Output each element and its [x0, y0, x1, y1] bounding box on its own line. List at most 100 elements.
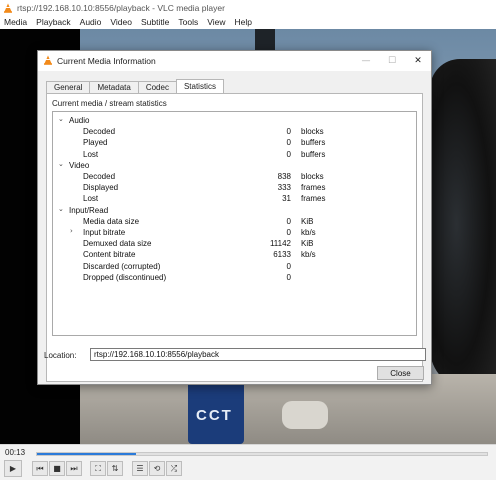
stat-unit: KiB	[301, 239, 314, 249]
stat-value: 0	[286, 261, 291, 271]
stat-label: Decoded	[83, 172, 116, 181]
stat-label: Displayed	[83, 183, 119, 193]
menu-bar: Media Playback Audio Video Subtitle Tool…	[0, 15, 496, 29]
stat-category-label: Input/Read	[69, 205, 109, 215]
media-info-dialog: Current Media Information — ☐ ✕ General …	[37, 50, 432, 385]
stat-row[interactable]: Decoded 0 blocks	[53, 127, 416, 138]
stat-unit: frames	[301, 183, 326, 193]
menu-video[interactable]: Video	[110, 17, 132, 27]
stat-category[interactable]: ⌄ Input/Read	[53, 205, 416, 217]
tab-metadata[interactable]: Metadata	[89, 81, 139, 93]
stat-row[interactable]: › Input bitrate 0 kb/s	[53, 227, 416, 239]
dialog-window-buttons: — ☐ ✕	[353, 51, 431, 71]
seek-bar[interactable]	[36, 452, 488, 456]
random-button[interactable]: ⤮	[166, 461, 182, 476]
stat-unit: KiB	[301, 216, 314, 226]
collapsed-arrow-icon[interactable]: ›	[70, 227, 73, 235]
stat-value: 11142	[269, 239, 291, 249]
tab-codec[interactable]: Codec	[137, 81, 177, 93]
stat-label: Demuxed data size	[83, 239, 152, 249]
menu-audio[interactable]: Audio	[80, 17, 102, 27]
stat-category-label: Video	[69, 160, 90, 170]
stat-row[interactable]: Content bitrate 6133 kb/s	[53, 250, 416, 261]
stat-label: Discarded (corrupted)	[83, 261, 161, 271]
player-controls: 00:13 ▶ ⏮ ■ ⏭ ⛶ ⇅ ☰ ⟲ ⤮	[0, 444, 496, 480]
statistics-caption: Current media / stream statistics	[52, 99, 167, 108]
loop-button[interactable]: ⟲	[149, 461, 165, 476]
minimize-button[interactable]: —	[353, 51, 379, 71]
next-button[interactable]: ⏭	[66, 461, 82, 476]
elapsed-time: 00:13	[5, 448, 26, 457]
stat-label: Decoded	[83, 127, 116, 137]
menu-help[interactable]: Help	[234, 17, 251, 27]
close-button[interactable]: Close	[377, 366, 424, 380]
stat-row[interactable]: Displayed 333 frames	[53, 183, 416, 194]
close-window-button[interactable]: ✕	[405, 51, 431, 71]
stat-value: 0	[286, 138, 291, 148]
app-title: rtsp://192.168.10.10:8556/playback - VLC…	[17, 2, 225, 13]
dialog-titlebar[interactable]: Current Media Information — ☐ ✕	[38, 51, 431, 71]
stop-button[interactable]: ■	[49, 461, 65, 476]
stat-row[interactable]: Decoded 838 blocks	[53, 172, 416, 183]
statistics-pane: Current media / stream statistics ⌄ Audio…	[46, 93, 423, 382]
stat-category[interactable]: ⌄ Audio	[53, 115, 416, 127]
stat-label: Lost	[83, 149, 99, 159]
video-card-text: CCT	[196, 407, 233, 424]
location-label: Location:	[44, 351, 77, 360]
stat-value: 0	[286, 228, 291, 237]
extended-settings-button[interactable]: ⇅	[107, 461, 123, 476]
stat-label: Lost	[83, 194, 99, 204]
vlc-logo-icon	[3, 3, 13, 13]
stat-value: 838	[277, 172, 291, 181]
stat-label: Input bitrate	[83, 228, 126, 237]
vlc-logo-icon	[43, 55, 53, 67]
location-field[interactable]: rtsp://192.168.10.10:8556/playback	[90, 348, 426, 361]
dialog-title: Current Media Information	[57, 56, 156, 66]
previous-button[interactable]: ⏮	[32, 461, 48, 476]
tab-general[interactable]: General	[46, 81, 91, 93]
menu-view[interactable]: View	[207, 17, 225, 27]
stat-row[interactable]: Discarded (corrupted) 0	[53, 262, 416, 273]
stat-value: 6133	[273, 250, 291, 260]
tab-statistics[interactable]: Statistics	[175, 79, 224, 93]
playlist-button[interactable]: ☰	[132, 461, 148, 476]
stat-value: 333	[277, 183, 291, 193]
statistics-tree[interactable]: ⌄ Audio Decoded 0 blocks Played 0 buffers Lost 0 b…	[52, 111, 417, 336]
stat-unit: blocks	[301, 127, 324, 137]
stat-label: Dropped (discontinued)	[83, 272, 167, 282]
stat-row[interactable]: Media data size 0 KiB	[53, 217, 416, 228]
menu-subtitle[interactable]: Subtitle	[141, 17, 169, 27]
stat-label: Content bitrate	[83, 250, 136, 260]
video-mug	[282, 401, 328, 429]
stat-row[interactable]: Lost 31 frames	[53, 194, 416, 205]
menu-tools[interactable]: Tools	[178, 17, 198, 27]
play-button[interactable]: ▶	[4, 460, 22, 477]
stat-value: 0	[286, 216, 291, 226]
stat-label: Played	[83, 138, 108, 148]
stat-unit: buffers	[301, 138, 326, 148]
stat-category-label: Audio	[69, 116, 90, 125]
expand-arrow-icon[interactable]: ⌄	[58, 115, 64, 123]
stat-unit: buffers	[301, 149, 326, 159]
stat-value: 0	[286, 149, 291, 159]
expand-arrow-icon[interactable]: ⌄	[58, 160, 64, 168]
menu-media[interactable]: Media	[4, 17, 27, 27]
video-cable-coil	[430, 59, 496, 389]
stat-value: 0	[286, 127, 291, 137]
stat-unit: kb/s	[301, 250, 316, 260]
stat-unit: kb/s	[301, 228, 316, 237]
seek-bar-fill	[37, 453, 136, 455]
maximize-button[interactable]: ☐	[379, 51, 405, 71]
expand-arrow-icon[interactable]: ⌄	[58, 205, 64, 213]
stat-row[interactable]: Dropped (discontinued) 0	[53, 273, 416, 284]
stat-row[interactable]: Lost 0 buffers	[53, 150, 416, 161]
stat-unit: blocks	[301, 172, 324, 181]
app-titlebar: rtsp://192.168.10.10:8556/playback - VLC…	[0, 0, 496, 15]
stat-value: 31	[282, 194, 291, 204]
stat-category[interactable]: ⌄ Video	[53, 160, 416, 172]
stat-row[interactable]: Played 0 buffers	[53, 138, 416, 149]
stat-row[interactable]: Demuxed data size 11142 KiB	[53, 239, 416, 250]
menu-playback[interactable]: Playback	[36, 17, 71, 27]
dialog-tabs: General Metadata Codec Statistics	[46, 79, 224, 93]
fullscreen-button[interactable]: ⛶	[90, 461, 106, 476]
